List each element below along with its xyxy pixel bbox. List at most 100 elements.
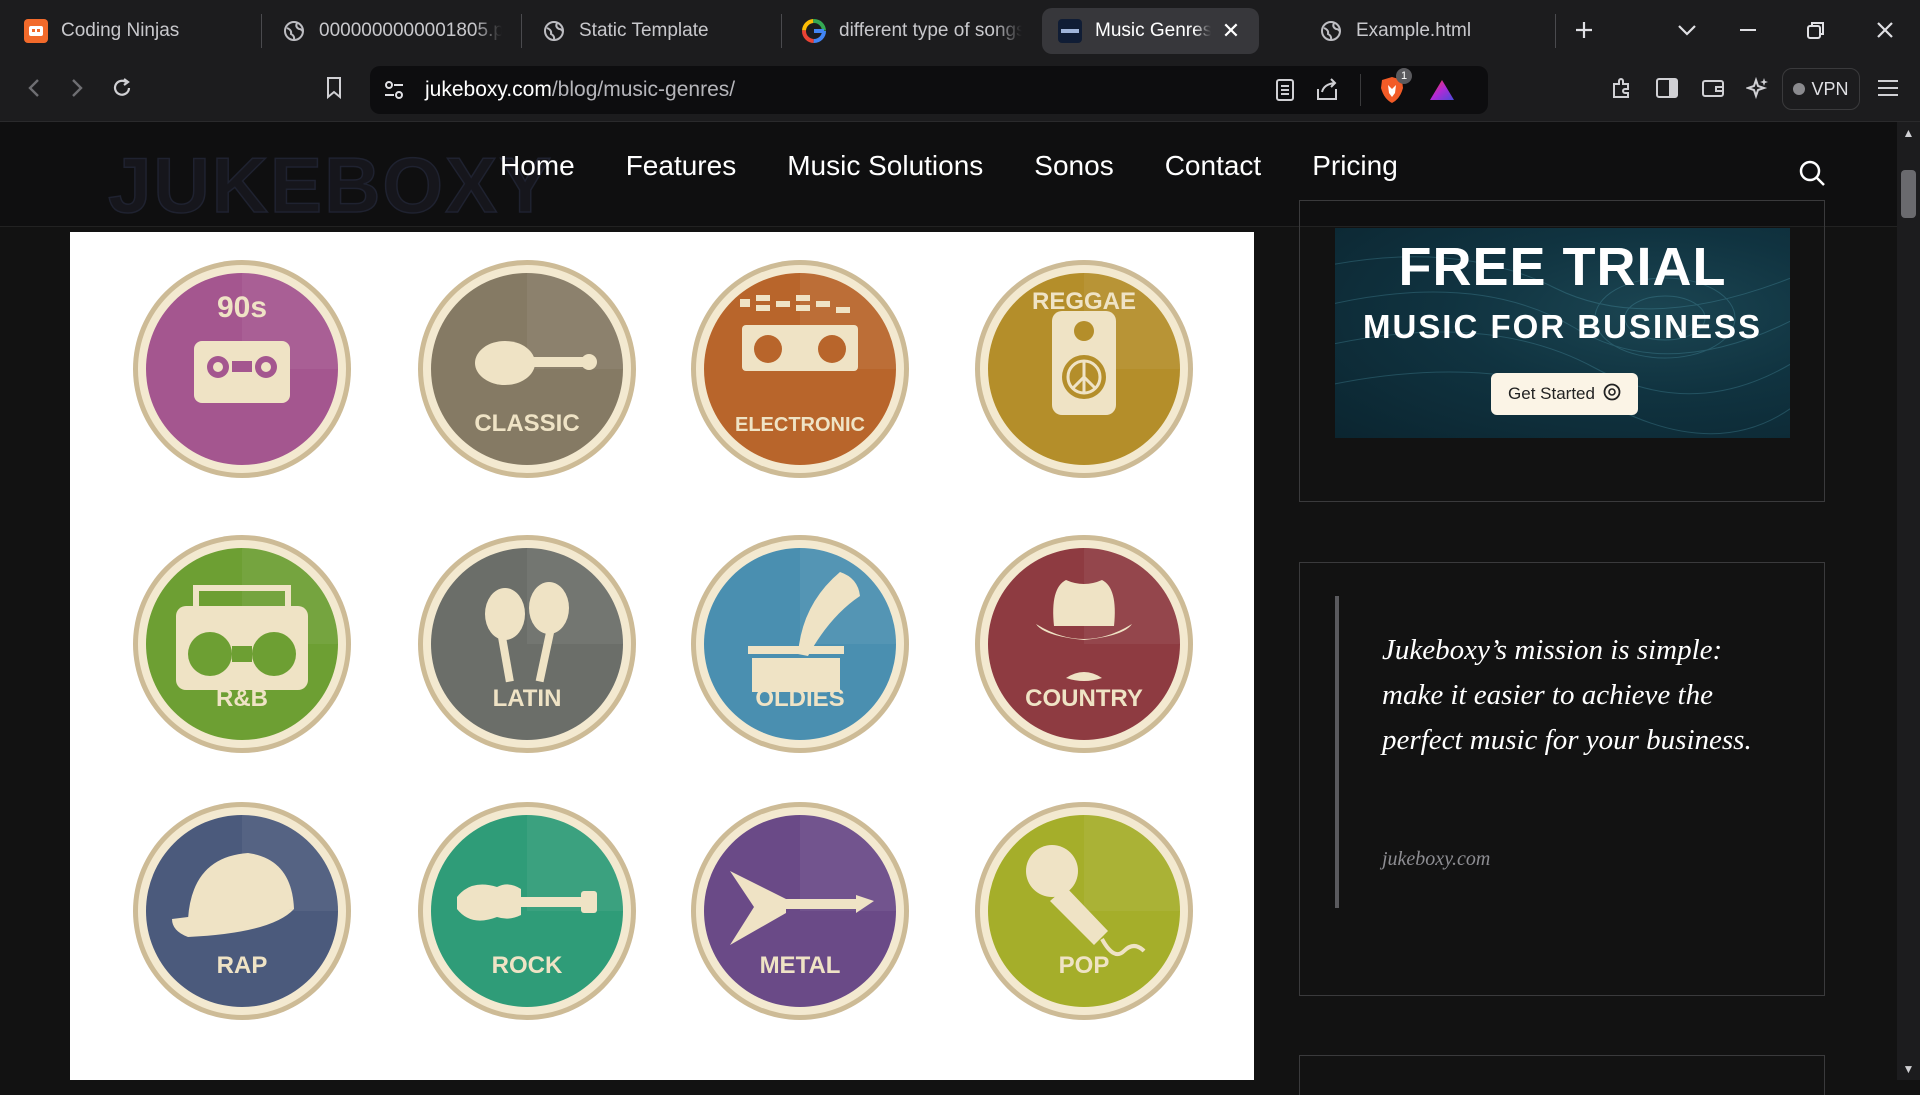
- genre-label: ELECTRONIC: [735, 414, 865, 436]
- quote-source[interactable]: jukeboxy.com: [1382, 848, 1490, 871]
- vpn-label: VPN: [1811, 78, 1849, 99]
- maracas-icon: LATIN: [418, 535, 636, 753]
- equalizer-turntable-icon: ELECTRONIC: [691, 260, 909, 478]
- close-window-button[interactable]: [1863, 8, 1907, 52]
- menu-icon[interactable]: [1868, 68, 1908, 108]
- url-host: jukeboxy.com: [425, 78, 552, 101]
- vinyl-icon: [1603, 383, 1621, 406]
- article-image: 90s CLASSIC ELECTRONIC REGGAE R&B LATIN OLDIES…: [70, 232, 1254, 1080]
- reader-mode-icon[interactable]: [1274, 78, 1296, 107]
- nav-music-solutions[interactable]: Music Solutions: [787, 150, 983, 182]
- tab-label: Static Template: [579, 20, 709, 41]
- coding-ninjas-icon: [24, 19, 48, 43]
- main-nav: Home Features Music Solutions Sonos Cont…: [500, 150, 1449, 182]
- tab-png[interactable]: 0000000000001805.png: [266, 8, 518, 54]
- cassette-icon: 90s: [133, 260, 351, 478]
- speaker-peace-icon: REGGAE: [975, 260, 1193, 478]
- brave-rewards-icon[interactable]: [1428, 78, 1456, 107]
- genre-badge-90s: 90s: [132, 259, 352, 479]
- blockquote-bar: [1335, 596, 1339, 908]
- scroll-thumb[interactable]: [1901, 170, 1916, 218]
- genre-badge-oldies: OLDIES: [690, 534, 910, 754]
- cap-icon: RAP: [133, 802, 351, 1020]
- extensions-icon[interactable]: [1602, 68, 1642, 108]
- flying-v-guitar-icon: METAL: [691, 802, 909, 1020]
- nav-sonos[interactable]: Sonos: [1034, 150, 1113, 182]
- toolbar: jukeboxy.com/blog/music-genres/ 1 VPN: [0, 60, 1920, 122]
- tab-label: 0000000000001805.png: [319, 20, 502, 41]
- tab-coding-ninjas[interactable]: Coding Ninjas: [8, 8, 258, 54]
- genre-badge-classic: CLASSIC: [417, 259, 637, 479]
- boombox-icon: R&B: [133, 535, 351, 753]
- tab-music-genres[interactable]: Music Genres for Your Business ✕: [1042, 8, 1259, 54]
- violin-icon: CLASSIC: [418, 260, 636, 478]
- tab-google-search[interactable]: different type of songs: [786, 8, 1038, 54]
- jukeboxy-icon: [1058, 19, 1082, 43]
- url-path: /blog/music-genres/: [551, 78, 736, 101]
- tab-static-template[interactable]: Static Template: [526, 8, 778, 54]
- tab-divider: [1555, 14, 1556, 48]
- nav-features[interactable]: Features: [626, 150, 737, 182]
- new-tab-button[interactable]: [1562, 8, 1606, 52]
- leo-ai-icon[interactable]: [1738, 68, 1778, 108]
- site-settings-icon[interactable]: [382, 78, 406, 107]
- genre-badge-rock: ROCK: [417, 801, 637, 1021]
- get-started-button[interactable]: Get Started: [1491, 373, 1638, 415]
- minimize-button[interactable]: [1726, 8, 1770, 52]
- electric-guitar-icon: ROCK: [418, 802, 636, 1020]
- globe-icon: [282, 19, 306, 43]
- shields-count-badge: 1: [1396, 68, 1412, 84]
- tab-search-dropdown[interactable]: [1665, 8, 1709, 52]
- reload-button[interactable]: [102, 68, 142, 108]
- sidebar-toggle-icon[interactable]: [1647, 68, 1687, 108]
- tab-label: different type of songs: [839, 20, 1022, 41]
- nav-pricing[interactable]: Pricing: [1312, 150, 1398, 182]
- genre-label: ROCK: [492, 952, 563, 979]
- tab-divider: [781, 14, 782, 48]
- genre-badge-pop: POP: [974, 801, 1194, 1021]
- restore-button[interactable]: [1794, 8, 1838, 52]
- nav-home[interactable]: Home: [500, 150, 575, 182]
- genre-label: REGGAE: [1032, 288, 1136, 315]
- tab-divider: [521, 14, 522, 48]
- genre-badge-electronic: ELECTRONIC: [690, 259, 910, 479]
- tab-label: Coding Ninjas: [61, 20, 180, 41]
- address-bar[interactable]: jukeboxy.com/blog/music-genres/ 1: [370, 66, 1488, 114]
- vpn-button[interactable]: VPN: [1782, 68, 1860, 110]
- back-button[interactable]: [14, 68, 54, 108]
- genre-label: LATIN: [493, 685, 562, 712]
- mission-quote: Jukeboxy’s mission is simple: make it ea…: [1382, 634, 1752, 756]
- url-text: jukeboxy.com/blog/music-genres/: [425, 78, 735, 102]
- close-tab-icon[interactable]: ✕: [1219, 18, 1243, 44]
- microphone-icon: POP: [975, 802, 1193, 1020]
- forward-button[interactable]: [57, 68, 97, 108]
- tab-example-html[interactable]: Example.html: [1303, 8, 1553, 54]
- scroll-up-arrow[interactable]: ▲: [1901, 126, 1916, 140]
- genre-label: R&B: [216, 685, 268, 712]
- omnibox-divider: [1360, 74, 1361, 106]
- genre-badge-reggae: REGGAE: [974, 259, 1194, 479]
- globe-icon: [1319, 19, 1343, 43]
- tab-divider: [261, 14, 262, 48]
- bookmark-icon[interactable]: [314, 68, 354, 108]
- google-icon: [802, 19, 826, 43]
- genre-label: CLASSIC: [474, 410, 579, 437]
- genre-label: 90s: [217, 291, 267, 324]
- jukeboxy-logo[interactable]: JUKEBOXY: [107, 140, 553, 231]
- page-scrollbar[interactable]: ▲ ▼: [1897, 122, 1920, 1080]
- genre-badge-r-b: R&B: [132, 534, 352, 754]
- share-icon[interactable]: [1314, 77, 1340, 108]
- gramophone-icon: OLDIES: [691, 535, 909, 753]
- globe-icon: [542, 19, 566, 43]
- promo-subtitle: MUSIC FOR BUSINESS: [1362, 308, 1763, 345]
- free-trial-banner[interactable]: FREE TRIAL MUSIC FOR BUSINESS Get Starte…: [1335, 228, 1790, 438]
- get-started-label: Get Started: [1508, 384, 1595, 403]
- nav-contact[interactable]: Contact: [1165, 150, 1262, 182]
- wallet-icon[interactable]: [1693, 68, 1733, 108]
- promo-title: FREE TRIAL: [1398, 237, 1727, 297]
- tab-label: Music Genres for Your Business: [1095, 20, 1211, 41]
- genre-label: OLDIES: [755, 685, 844, 712]
- search-icon[interactable]: [1797, 158, 1827, 188]
- genre-label: METAL: [760, 952, 841, 979]
- scroll-down-arrow[interactable]: ▼: [1901, 1062, 1916, 1076]
